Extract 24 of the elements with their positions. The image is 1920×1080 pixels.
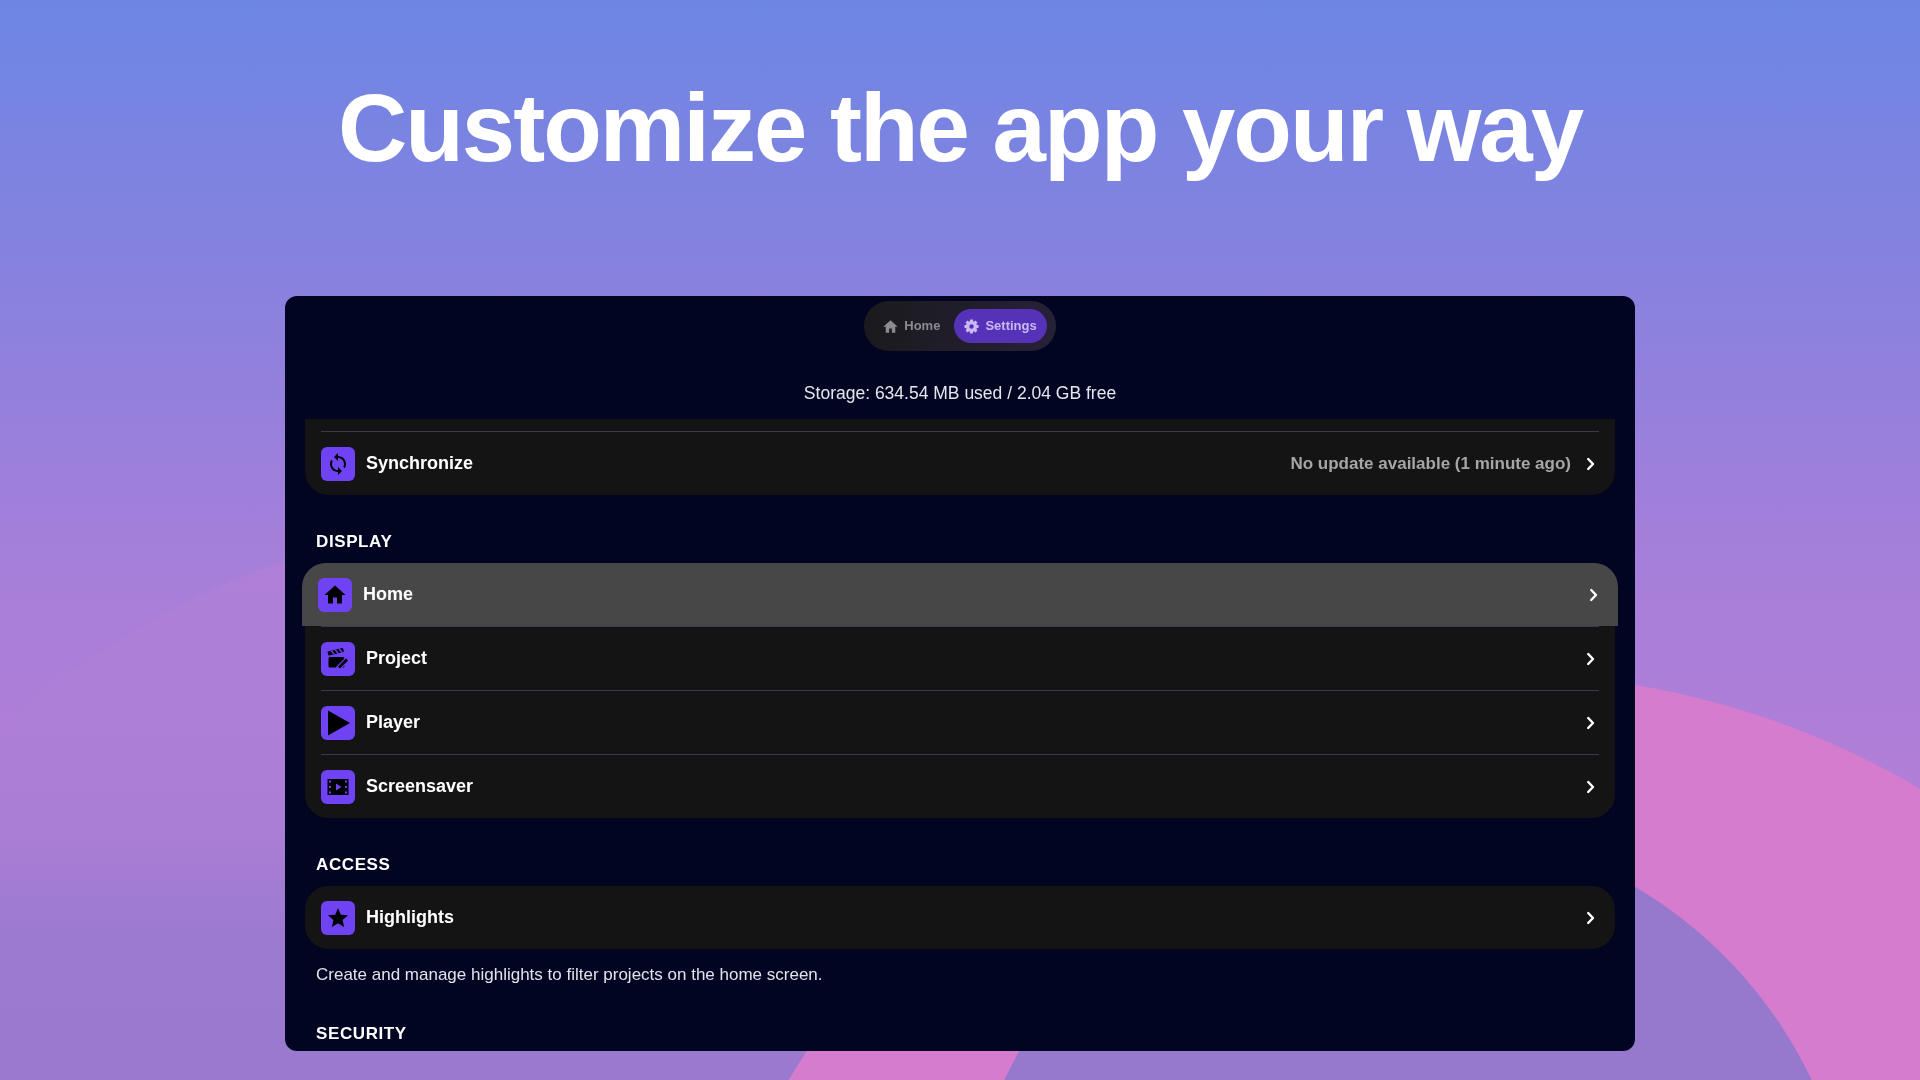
description-text: Create and manage highlights to filter projects on the home screen. (316, 964, 824, 986)
chevron-icon (1586, 779, 1595, 794)
nav-tab[interactable]: Settings (954, 309, 1047, 343)
chevron-icon (1586, 715, 1595, 730)
chevron-icon (1586, 456, 1595, 471)
gear-icon (964, 318, 980, 334)
clapperboard-icon (321, 641, 355, 676)
film-strip-icon (321, 769, 355, 804)
chevron-icon (1589, 587, 1598, 602)
home-icon (883, 318, 899, 334)
status-text: No update available (1 minute ago) (1290, 452, 1571, 475)
settings-row[interactable]: Home (302, 563, 1618, 626)
storage-text: Storage: 634.54 MB used / 2.04 GB free (802, 382, 1118, 405)
chevron-icon (1586, 910, 1595, 925)
section-heading: SECURITY (315, 1024, 407, 1044)
settings-row[interactable]: Highlights (305, 886, 1615, 949)
section-heading: ACCESS (315, 855, 391, 875)
section-heading: DISPLAY (315, 532, 393, 552)
sync-icon (321, 446, 355, 481)
chevron-icon (1586, 651, 1595, 666)
page-headline: Customize the app your way (337, 73, 1583, 183)
play-icon (321, 705, 355, 740)
nav-tab[interactable]: Home (873, 309, 951, 343)
home-icon (318, 577, 352, 612)
